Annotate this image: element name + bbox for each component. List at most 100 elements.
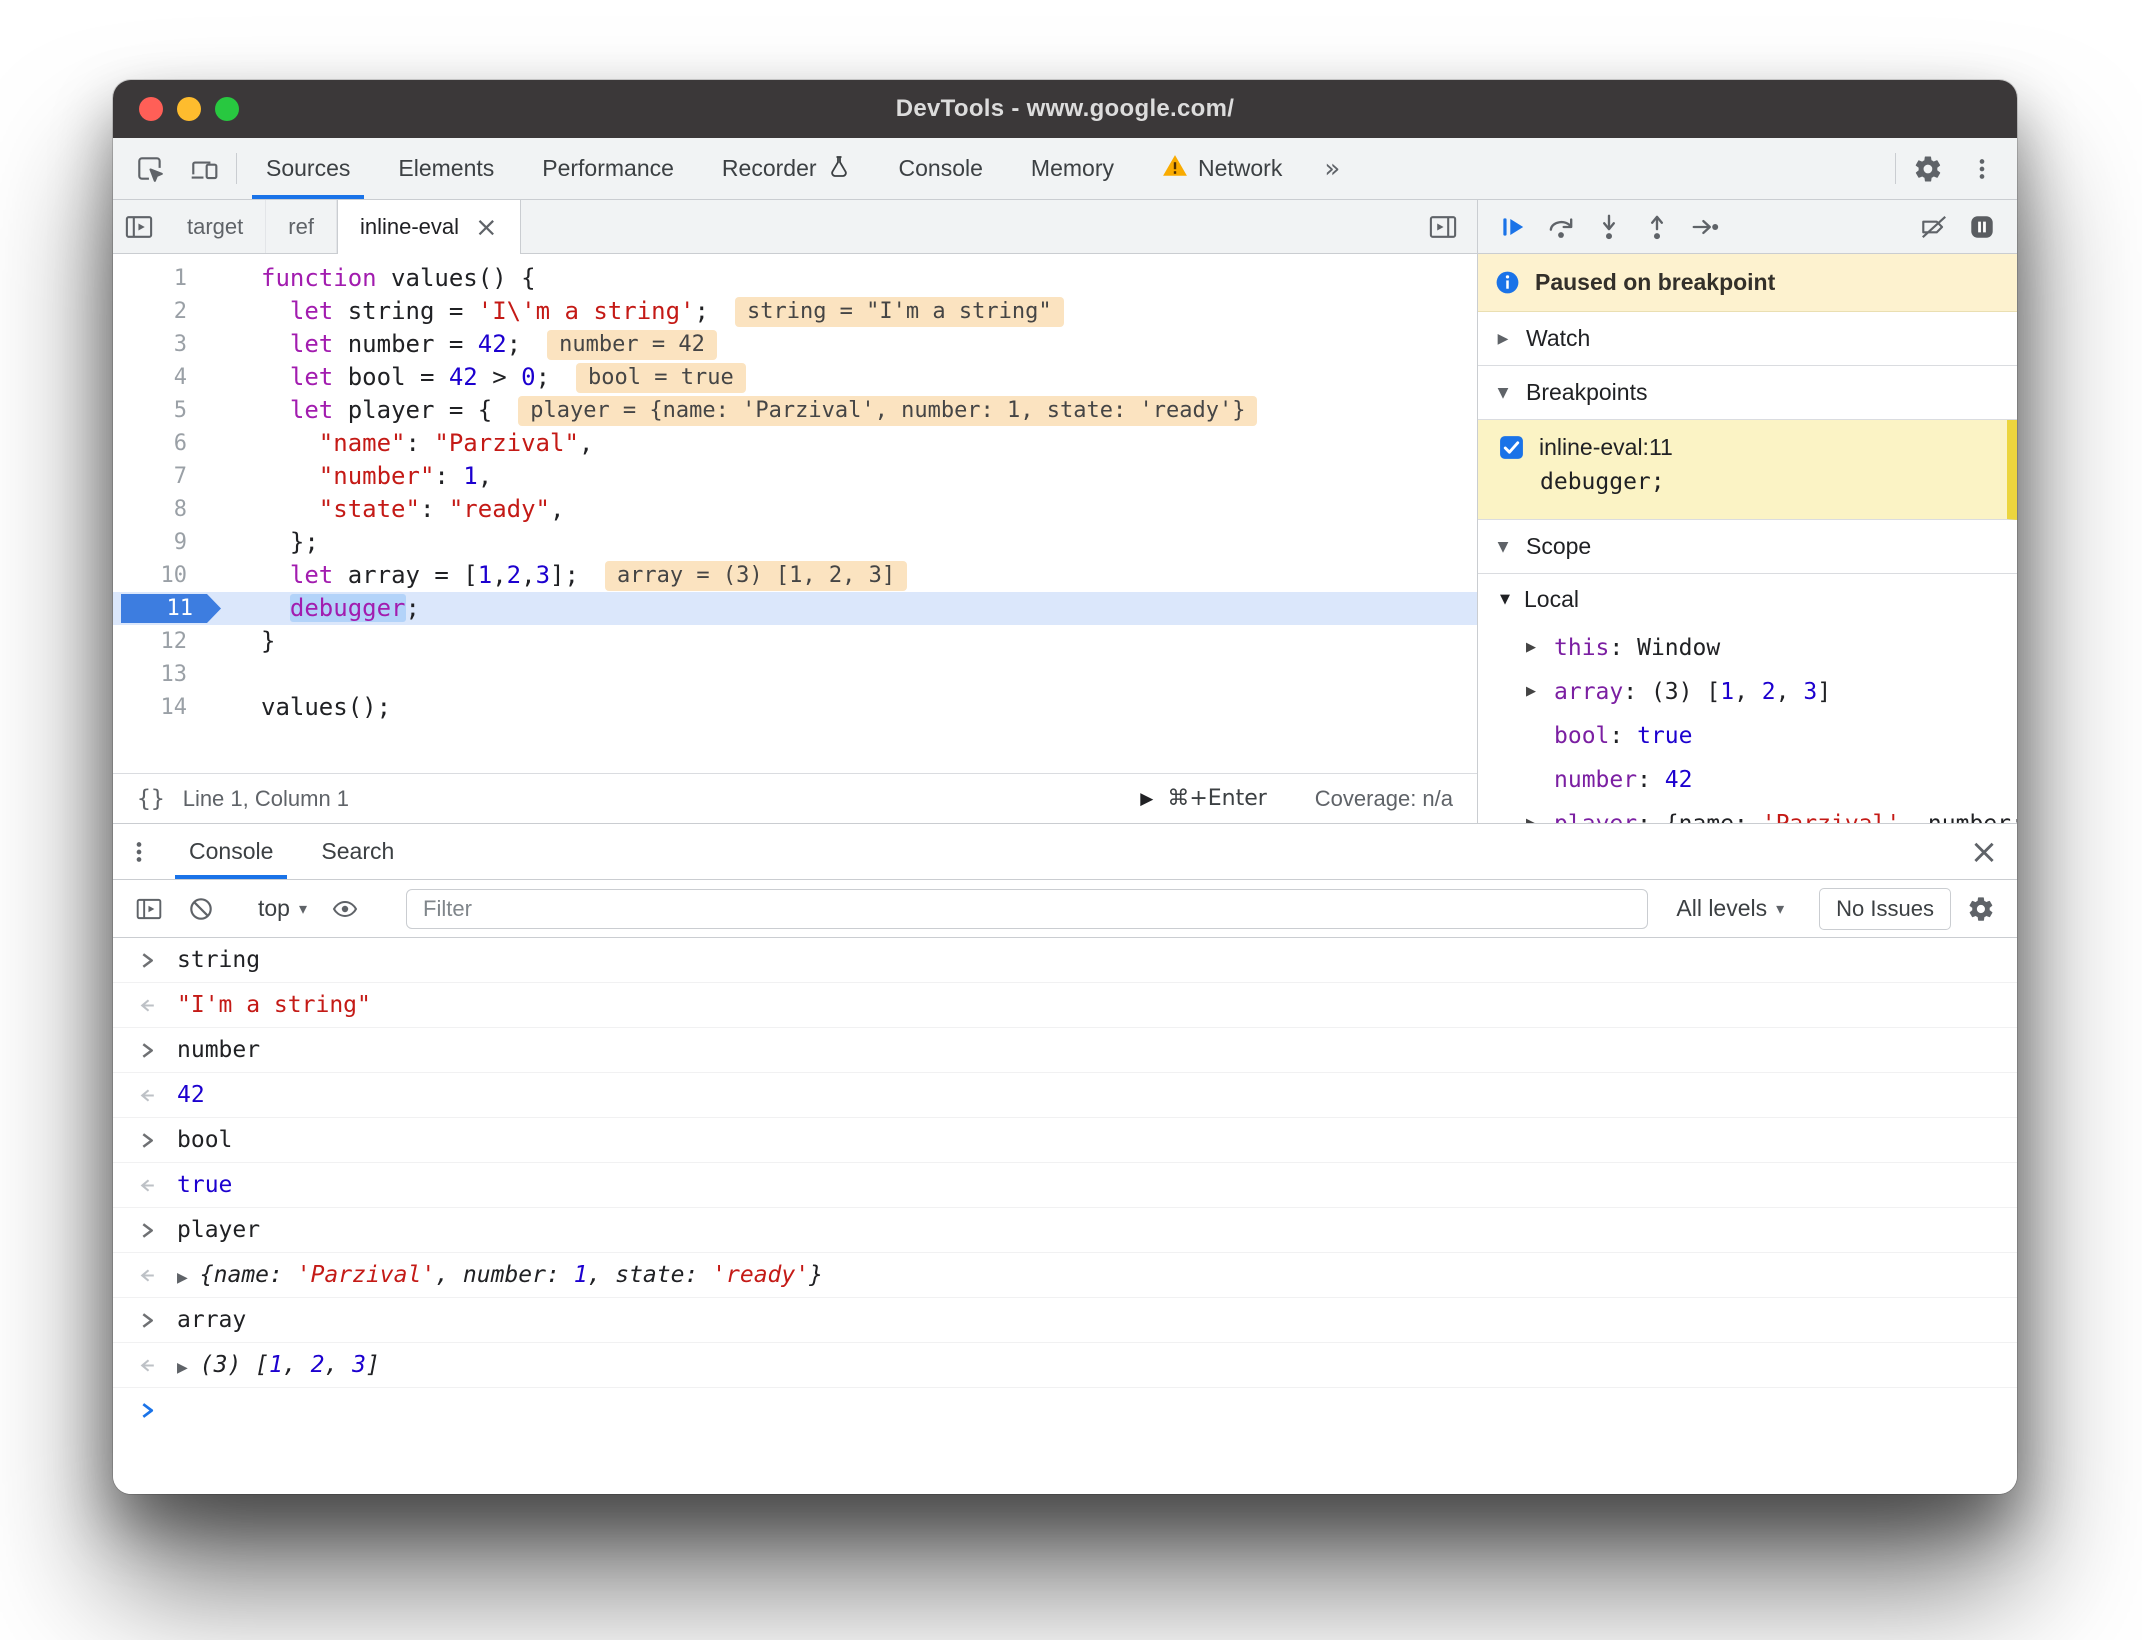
- line-number[interactable]: 7: [113, 460, 209, 493]
- resume-script-icon[interactable]: [1490, 205, 1536, 249]
- code-line: 10 let array = [1,2,3]; array = (3) [1, 2…: [113, 559, 1477, 592]
- code-token: ,: [282, 1352, 311, 1378]
- line-number[interactable]: 4: [113, 361, 209, 394]
- log-levels-selector[interactable]: All levels ▾: [1668, 895, 1792, 922]
- close-tab-icon[interactable]: ×: [475, 214, 498, 241]
- tab-network[interactable]: Network: [1138, 138, 1306, 199]
- expand-arrow-icon[interactable]: ▶: [1526, 802, 1536, 823]
- tab-performance[interactable]: Performance: [518, 138, 698, 199]
- line-number[interactable]: 12: [113, 625, 209, 658]
- code-token: 42: [1664, 767, 1693, 793]
- scope-colon: :: [1637, 811, 1665, 823]
- code-token: 2: [506, 561, 522, 589]
- drawer-menu-kebab-icon[interactable]: [113, 824, 165, 879]
- step-over-icon[interactable]: [1538, 205, 1584, 249]
- step-out-icon[interactable]: [1634, 205, 1680, 249]
- close-window-button[interactable]: [139, 97, 163, 121]
- scope-local-header[interactable]: ▼ Local: [1478, 574, 2017, 624]
- tab-label: Elements: [398, 155, 495, 181]
- scope-entry-bool[interactable]: bool: true: [1478, 714, 2017, 758]
- tab-label: Performance: [542, 155, 674, 181]
- expand-arrow-icon[interactable]: ▶: [1526, 670, 1536, 714]
- file-tab-inline-eval[interactable]: inline-eval ×: [336, 200, 521, 254]
- info-icon: [1496, 271, 1519, 294]
- show-console-sidebar-icon[interactable]: [127, 887, 171, 931]
- code-token: ]: [366, 1352, 380, 1378]
- close-drawer-icon[interactable]: ×: [1951, 824, 2017, 879]
- main-menu-kebab-icon[interactable]: [1955, 138, 2009, 199]
- tab-memory[interactable]: Memory: [1007, 138, 1138, 199]
- deactivate-breakpoints-icon[interactable]: [1911, 205, 1957, 249]
- zoom-window-button[interactable]: [215, 97, 239, 121]
- line-number[interactable]: 10: [113, 559, 209, 592]
- code-token: ,: [1775, 679, 1804, 705]
- scope-entry-this[interactable]: ▶ this: Window: [1478, 626, 2017, 670]
- show-debugger-icon[interactable]: [1417, 212, 1469, 242]
- code-token: true: [177, 1172, 233, 1198]
- settings-gear-icon[interactable]: [1901, 138, 1955, 199]
- expand-arrow-icon[interactable]: ▶: [177, 1360, 188, 1376]
- code-text: "name": "Parzival",: [209, 427, 1477, 460]
- line-number[interactable]: 2: [113, 295, 209, 328]
- code-text: "state": "ready",: [209, 493, 1477, 526]
- tab-console[interactable]: Console: [875, 138, 1007, 199]
- minimize-window-button[interactable]: [177, 97, 201, 121]
- line-number[interactable]: 13: [113, 658, 209, 691]
- clear-console-icon[interactable]: [179, 887, 223, 931]
- tab-elements[interactable]: Elements: [374, 138, 518, 199]
- line-number[interactable]: 6: [113, 427, 209, 460]
- console-result-row: ▶ {name: 'Parzival', number: 1, state: 'r…: [113, 1253, 2017, 1298]
- file-tab-target[interactable]: target: [165, 200, 267, 253]
- file-tab-label: inline-eval: [359, 214, 460, 239]
- line-number[interactable]: 5: [113, 394, 209, 427]
- file-tab-ref[interactable]: ref: [266, 200, 337, 253]
- tab-sources[interactable]: Sources: [242, 138, 374, 199]
- watch-label: Watch: [1526, 325, 1591, 351]
- scope-entry-number[interactable]: number: 42: [1478, 758, 2017, 802]
- breakpoint-item[interactable]: inline-eval:11 debugger;: [1478, 420, 2017, 520]
- line-number[interactable]: 14: [113, 691, 209, 724]
- watch-section-header[interactable]: ▶ Watch: [1478, 312, 2017, 366]
- scope-entry-array[interactable]: ▶ array: (3) [1, 2, 3]: [1478, 670, 2017, 714]
- show-navigator-icon[interactable]: [113, 200, 165, 253]
- console-result-row: ▶ (3) [1, 2, 3]: [113, 1343, 2017, 1388]
- console-prompt-row[interactable]: [113, 1388, 2017, 1433]
- drawer-tab-search[interactable]: Search: [297, 824, 418, 879]
- scope-entry-player[interactable]: ▶player: {name: 'Parzival', number: 1, s…: [1478, 802, 2017, 823]
- local-label: Local: [1524, 585, 1579, 612]
- scope-section-header[interactable]: ▼ Scope: [1478, 520, 2017, 574]
- line-number[interactable]: 3: [113, 328, 209, 361]
- context-selector[interactable]: top ▾: [250, 895, 315, 922]
- code-editor[interactable]: 1 function values() {2 let string = 'I\'m…: [113, 254, 1477, 773]
- code-line: 14 values();: [113, 691, 1477, 724]
- step-into-icon[interactable]: [1586, 205, 1632, 249]
- tab-label: Sources: [266, 155, 351, 181]
- pause-on-exceptions-icon[interactable]: [1959, 205, 2005, 249]
- drawer-tab-console[interactable]: Console: [165, 824, 297, 879]
- pretty-print-braces-icon[interactable]: {}: [137, 786, 165, 812]
- device-toolbar-icon[interactable]: [177, 138, 231, 199]
- breakpoints-section-header[interactable]: ▼ Breakpoints: [1478, 366, 2017, 420]
- code-token: ,: [324, 1352, 353, 1378]
- expand-arrow-icon[interactable]: ▶: [1526, 626, 1536, 670]
- code-line: 13: [113, 658, 1477, 691]
- line-number[interactable]: 8: [113, 493, 209, 526]
- code-token: number: [177, 1037, 261, 1063]
- more-tabs-button[interactable]: »: [1306, 138, 1358, 199]
- step-icon[interactable]: [1682, 205, 1728, 249]
- line-number[interactable]: 11: [113, 592, 209, 625]
- line-number[interactable]: 1: [113, 262, 209, 295]
- code-line: 6 "name": "Parzival",: [113, 427, 1477, 460]
- inspect-element-icon[interactable]: [123, 138, 177, 199]
- line-number[interactable]: 9: [113, 526, 209, 559]
- paused-message: Paused on breakpoint: [1535, 269, 1776, 295]
- scope-colon: :: [1623, 679, 1651, 705]
- issues-counter[interactable]: No Issues: [1819, 887, 1951, 930]
- tab-recorder[interactable]: Recorder: [698, 138, 875, 199]
- expand-arrow-icon[interactable]: ▶: [177, 1270, 188, 1286]
- live-expression-eye-icon[interactable]: [323, 887, 367, 931]
- console-filter-input[interactable]: [406, 888, 1649, 929]
- console-settings-gear-icon[interactable]: [1959, 887, 2003, 931]
- breakpoint-checkbox[interactable]: [1498, 434, 1525, 461]
